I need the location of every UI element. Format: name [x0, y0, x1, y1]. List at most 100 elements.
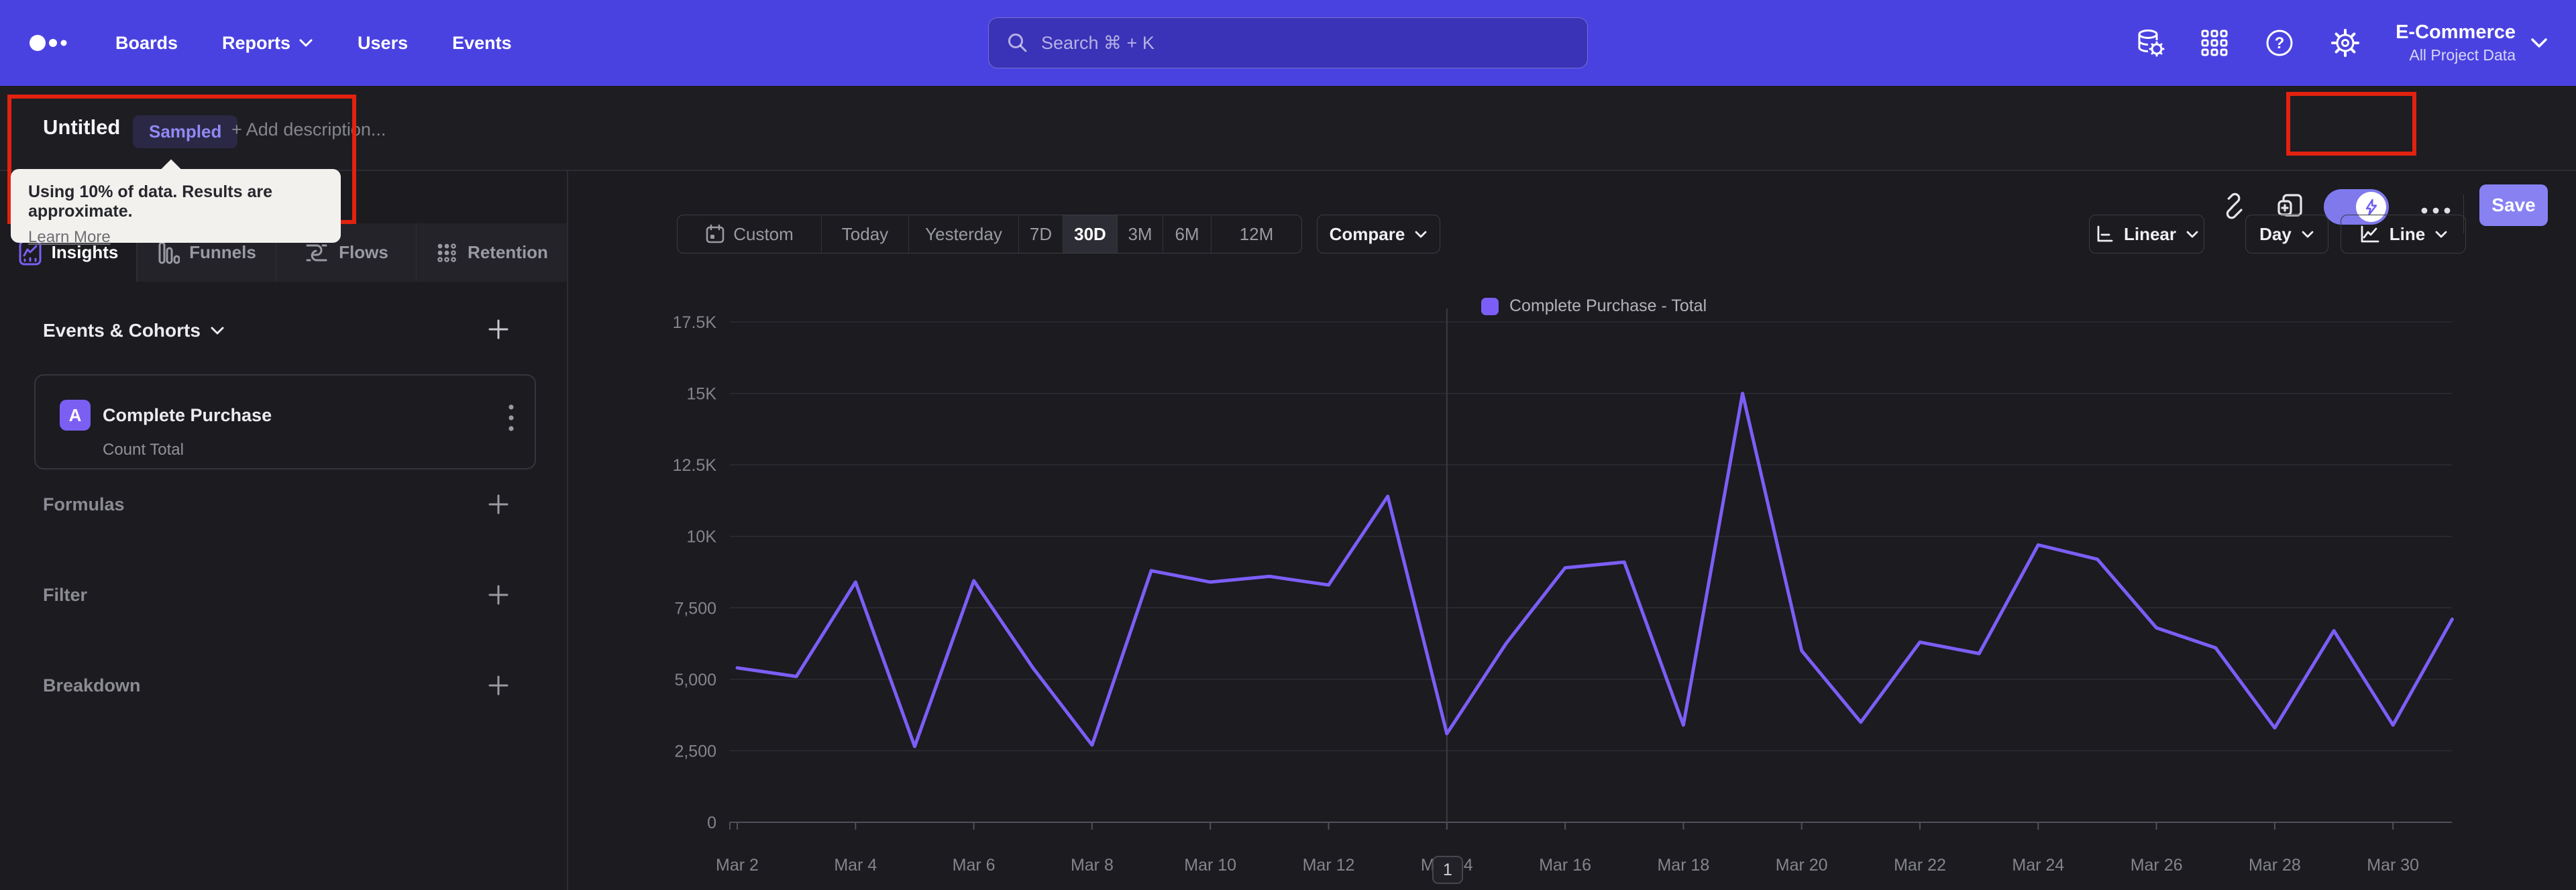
project-name: E-Commerce — [2396, 21, 2516, 43]
svg-text:Mar 26: Mar 26 — [2131, 856, 2183, 875]
event-name[interactable]: Complete Purchase — [103, 405, 272, 426]
report-title-bar: Untitled Sampled + Add description... Sa… — [0, 86, 2576, 233]
apps-grid-icon[interactable] — [2200, 28, 2229, 58]
svg-text:Mar 16: Mar 16 — [1539, 856, 1591, 875]
filter-label: Filter — [43, 584, 88, 605]
project-selector[interactable]: E-Commerce All Project Data — [2396, 21, 2548, 64]
calendar-icon — [706, 224, 724, 243]
data-management-icon[interactable] — [2134, 27, 2165, 58]
scale-dropdown[interactable]: Linear — [2089, 215, 2204, 254]
svg-text:Mar 2: Mar 2 — [716, 856, 759, 875]
svg-text:Mar 22: Mar 22 — [1894, 856, 1946, 875]
svg-text:Mar 30: Mar 30 — [2367, 856, 2419, 875]
add-breakdown-button[interactable] — [486, 673, 511, 698]
svg-text:0: 0 — [707, 814, 716, 832]
chevron-down-icon — [211, 327, 224, 335]
event-options-icon[interactable] — [508, 404, 515, 432]
mixpanel-logo[interactable] — [28, 30, 71, 56]
interval-dropdown[interactable]: Day — [2245, 215, 2328, 254]
retention-icon — [437, 243, 456, 262]
svg-text:Mar 4: Mar 4 — [834, 856, 877, 875]
linear-axis-icon — [2097, 225, 2113, 242]
svg-text:17.5K: 17.5K — [673, 313, 717, 332]
chevron-down-icon — [299, 39, 313, 47]
add-filter-button[interactable] — [486, 583, 511, 607]
tab-retention[interactable]: Retention — [416, 223, 567, 282]
svg-text:15K: 15K — [687, 385, 717, 404]
compare-button[interactable]: Compare — [1317, 215, 1440, 254]
legend-swatch — [1481, 297, 1499, 315]
svg-text:Mar 6: Mar 6 — [953, 856, 996, 875]
svg-text:Mar 24: Mar 24 — [2012, 856, 2064, 875]
svg-text:Mar 12: Mar 12 — [1303, 856, 1355, 875]
nav-boards[interactable]: Boards — [115, 33, 178, 54]
add-formula-button[interactable] — [486, 492, 511, 516]
svg-text:10K: 10K — [687, 528, 717, 547]
svg-text:?: ? — [2275, 34, 2285, 52]
line-chart[interactable]: 0 2,500 5,000 7,500 10K 12.5K 15K 17.5K Mar 2 Mar… — [644, 295, 2522, 885]
chevron-down-icon — [2435, 231, 2447, 237]
date-range-control: Custom Today Yesterday 7D 30D 3M 6M 12M — [677, 215, 1302, 254]
legend-label: Complete Purchase - Total — [1509, 296, 1707, 315]
report-title[interactable]: Untitled — [43, 115, 120, 140]
breakdown-section: Breakdown — [0, 671, 567, 700]
svg-text:Mar 10: Mar 10 — [1184, 856, 1236, 875]
chart-type-dropdown[interactable]: Line — [2341, 215, 2466, 254]
tooltip-text: Using 10% of data. Results are approxima… — [28, 182, 273, 221]
line-chart-icon — [2361, 225, 2379, 243]
copy-link-icon[interactable] — [2219, 192, 2247, 220]
logo-dots-icon — [30, 35, 67, 51]
learn-more-link[interactable]: Learn More — [28, 228, 111, 247]
nav-users[interactable]: Users — [358, 33, 408, 54]
event-metric[interactable]: Count Total — [103, 441, 184, 459]
chevron-down-icon — [1415, 231, 1427, 237]
chevron-down-icon — [2302, 231, 2314, 237]
event-card[interactable]: A Complete Purchase Count Total — [34, 374, 536, 469]
more-options-icon[interactable] — [2420, 207, 2451, 215]
formulas-section: Formulas — [0, 490, 567, 519]
filter-section: Filter — [0, 580, 567, 610]
breakdown-label: Breakdown — [43, 675, 141, 696]
sampled-badge[interactable]: Sampled — [133, 115, 238, 148]
add-event-button[interactable] — [486, 317, 511, 341]
nav-links: Boards Reports Users Events — [115, 33, 512, 54]
svg-text:Mar 18: Mar 18 — [1657, 856, 1709, 875]
help-icon[interactable]: ? — [2264, 27, 2295, 58]
range-30d[interactable]: 30D — [1063, 215, 1118, 253]
range-6m[interactable]: 6M — [1163, 215, 1212, 253]
settings-gear-icon[interactable] — [2330, 27, 2361, 58]
project-scope: All Project Data — [2409, 46, 2516, 64]
nav-right-cluster: ? E-Commerce All Project Data — [2134, 0, 2548, 86]
formulas-label: Formulas — [43, 494, 125, 514]
search-input[interactable]: Search ⌘ + K — [988, 17, 1588, 68]
search-icon — [1008, 34, 1027, 52]
chevron-down-icon — [2531, 38, 2547, 48]
svg-text:5,000: 5,000 — [674, 671, 716, 689]
events-cohorts-header[interactable]: Events & Cohorts — [43, 320, 225, 341]
nav-reports[interactable]: Reports — [222, 33, 313, 54]
lightning-bolt-icon — [2365, 199, 2377, 215]
range-today[interactable]: Today — [822, 215, 909, 253]
chart-legend[interactable]: Complete Purchase - Total — [1481, 296, 1707, 316]
svg-text:Mar 28: Mar 28 — [2249, 856, 2301, 875]
event-series-letter: A — [60, 400, 91, 431]
range-12m[interactable]: 12M — [1212, 215, 1301, 253]
svg-text:Mar 8: Mar 8 — [1071, 856, 1114, 875]
save-button[interactable]: Save — [2479, 184, 2548, 226]
range-3m[interactable]: 3M — [1118, 215, 1163, 253]
report-sidebar: Insights Funnels Flows Retention Events … — [0, 171, 568, 890]
nav-events[interactable]: Events — [452, 33, 512, 54]
sampling-tooltip: Using 10% of data. Results are approxima… — [11, 159, 341, 246]
svg-text:12.5K: 12.5K — [673, 456, 717, 475]
range-custom[interactable]: Custom — [678, 215, 822, 253]
chevron-down-icon — [2186, 231, 2198, 237]
range-7d[interactable]: 7D — [1019, 215, 1063, 253]
svg-text:2,500: 2,500 — [674, 742, 716, 761]
search-placeholder: Search ⌘ + K — [1041, 32, 1155, 53]
svg-text:Mar 20: Mar 20 — [1776, 856, 1828, 875]
add-description[interactable]: + Add description... — [231, 119, 386, 140]
top-navigation: Boards Reports Users Events Search ⌘ + K — [0, 0, 2576, 86]
range-yesterday[interactable]: Yesterday — [909, 215, 1019, 253]
annotation-marker[interactable]: 1 — [1432, 856, 1463, 884]
svg-text:7,500: 7,500 — [674, 599, 716, 618]
